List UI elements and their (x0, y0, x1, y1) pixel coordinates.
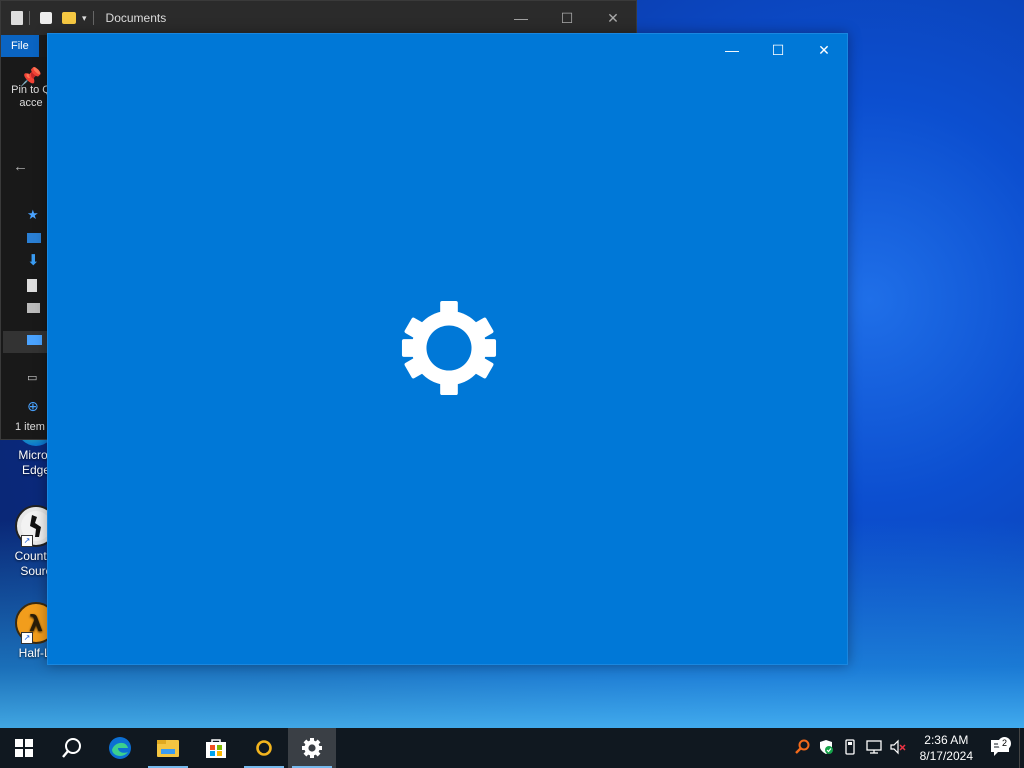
taskbar-file-explorer-button[interactable] (144, 728, 192, 768)
checkmark-icon[interactable] (40, 12, 52, 24)
search-button[interactable] (48, 728, 96, 768)
minimize-button[interactable]: — (498, 10, 544, 27)
taskbar-edge-button[interactable] (96, 728, 144, 768)
settings-icon (302, 738, 322, 758)
documents-icon[interactable] (27, 279, 37, 292)
clock-date: 8/17/2024 (919, 749, 973, 763)
taskbar-settings-button[interactable] (288, 728, 336, 768)
edge-icon (109, 737, 131, 759)
close-button[interactable]: ✕ (590, 10, 636, 27)
maximize-button[interactable]: ☐ (544, 10, 590, 27)
store-icon (206, 739, 226, 758)
taskbar-store-button[interactable] (192, 728, 240, 768)
window-title: Documents (105, 11, 167, 25)
taskbar: 2:36 AM 8/17/2024 2 (0, 728, 1024, 768)
system-tray: 2:36 AM 8/17/2024 2 (790, 728, 1024, 768)
close-button[interactable]: ✕ (801, 34, 847, 66)
customize-toolbar-icon[interactable]: ▾ (82, 13, 87, 24)
usb-icon[interactable] (838, 738, 862, 758)
clock-time: 2:36 AM (924, 733, 969, 747)
explorer-titlebar[interactable]: ▾ Documents — ☐ ✕ (1, 1, 636, 35)
desktop-folder-icon[interactable] (27, 233, 41, 243)
file-explorer-icon (157, 740, 179, 757)
search-icon (62, 738, 81, 758)
security-icon[interactable] (814, 739, 838, 758)
volume-muted-icon[interactable] (886, 739, 910, 758)
new-folder-icon[interactable] (62, 12, 76, 24)
drive-icon[interactable]: ▭ (27, 371, 47, 385)
divider (92, 11, 94, 25)
start-icon (15, 739, 33, 757)
gear-icon (400, 299, 498, 397)
file-tab[interactable]: File (1, 35, 39, 57)
shortcut-arrow-icon: ↗ (21, 535, 33, 547)
start-button[interactable] (0, 728, 48, 768)
properties-icon[interactable] (11, 11, 23, 25)
search-tray-icon[interactable] (790, 739, 814, 758)
divider (29, 11, 30, 25)
status-bar-text: 1 item (15, 421, 45, 433)
taskbar-circle-app-button[interactable] (240, 728, 288, 768)
back-arrow-icon[interactable]: ← (13, 158, 28, 175)
pictures-icon[interactable] (27, 303, 40, 313)
settings-window[interactable]: — ☐ ✕ (47, 33, 848, 665)
minimize-button[interactable]: — (709, 34, 755, 66)
this-pc-icon[interactable] (27, 335, 42, 345)
show-desktop-button[interactable] (1019, 728, 1024, 768)
action-center-button[interactable]: 2 (981, 737, 1019, 757)
shortcut-arrow-icon: ↗ (21, 632, 33, 644)
clock[interactable]: 2:36 AM 8/17/2024 (920, 732, 973, 764)
network-icon[interactable] (862, 739, 886, 758)
downloads-icon[interactable]: ⬇ (27, 251, 47, 269)
network-icon[interactable]: ⊕ (27, 398, 47, 414)
maximize-button[interactable]: ☐ (755, 34, 801, 66)
circle-app-icon (256, 740, 272, 756)
notification-count-badge: 2 (998, 737, 1011, 750)
quick-access-star-icon[interactable]: ★ (27, 207, 47, 222)
